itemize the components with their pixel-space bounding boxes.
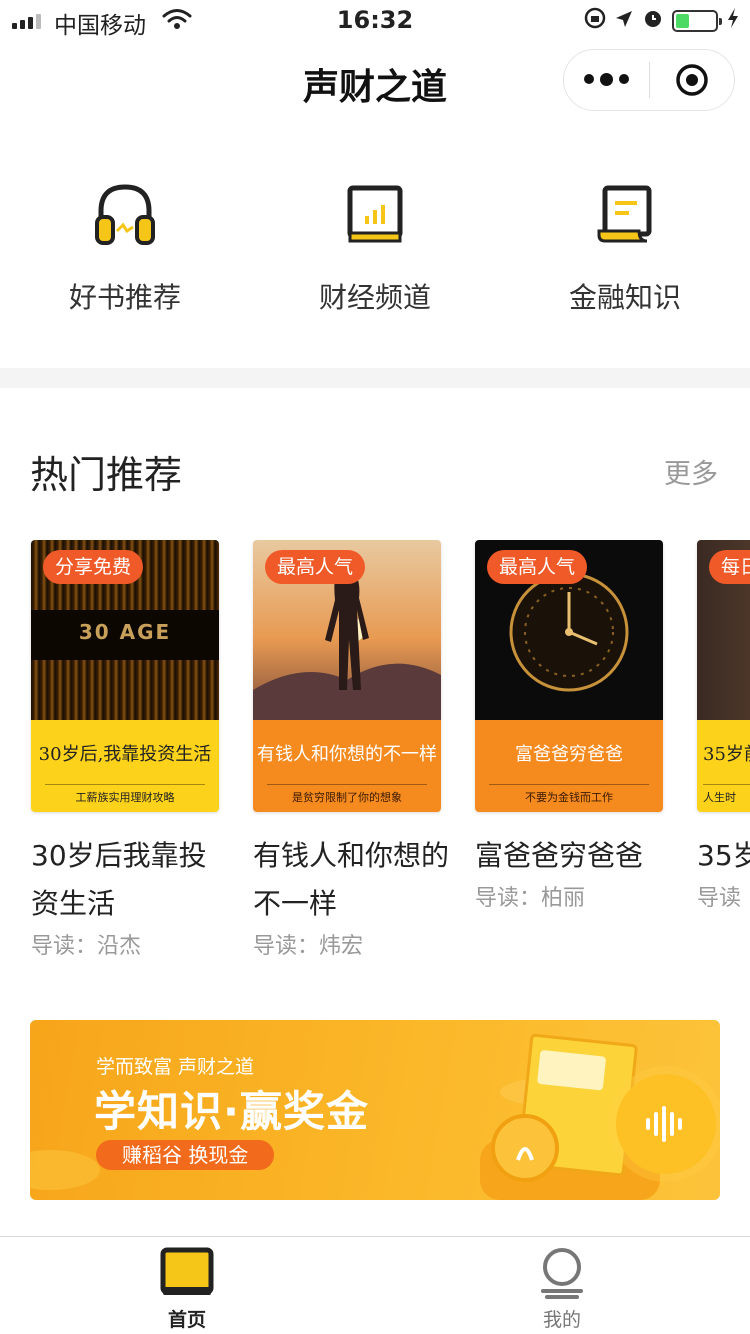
banner-cta[interactable]: 赚稻谷 换现金 [96,1140,275,1170]
book-title: 35岁前活用 [697,839,750,872]
book-guide: 导读 [697,886,742,911]
tab-mine[interactable]: 我的 [502,1247,622,1332]
category-finance-channel[interactable]: 财经频道 [250,180,500,316]
banner-headline: 学知识·赢奖金 [94,1087,369,1136]
book-carousel[interactable]: 30 AGE 30岁后,我靠投资生活 工薪族实用理财攻略 分享免费 30岁后我靠… [0,540,750,970]
section-divider [0,368,750,388]
tab-label: 我的 [542,1309,581,1331]
book-cover[interactable]: 30 AGE 30岁后,我靠投资生活 工薪族实用理财攻略 分享免费 [31,540,219,812]
book-cover[interactable]: 35岁前 人生时 每日 [697,540,750,812]
document-scroll-icon [595,183,655,249]
book-card[interactable]: 有钱人和你想的不一样 是贫穷限制了你的想象 最高人气 有钱人和你想的不一样 导读… [253,540,449,960]
book-badge: 分享免费 [43,550,144,584]
cover-subtitle: 人生时 [703,784,750,805]
book-cover[interactable]: 富爸爸穷爸爸 不要为金钱而工作 最高人气 [475,540,663,812]
book-card[interactable]: 富爸爸穷爸爸 不要为金钱而工作 最高人气 富爸爸穷爸爸 导读：柏丽 [475,540,665,912]
category-label: 好书推荐 [68,281,181,314]
book-card[interactable]: 30 AGE 30岁后,我靠投资生活 工薪族实用理财攻略 分享免费 30岁后我靠… [31,540,221,960]
rotation-lock-icon [584,7,606,35]
cover-subtitle: 是贫穷限制了你的想象 [267,784,427,805]
target-close-icon[interactable] [650,62,735,98]
category-good-books[interactable]: 好书推荐 [0,180,250,316]
cover-subtitle: 不要为金钱而工作 [489,784,649,805]
headphones-icon [93,181,157,251]
tab-home[interactable]: 首页 [127,1247,247,1332]
banner-kicker: 学而致富 声财之道 [96,1056,255,1078]
tab-bar: 首页 我的 [0,1236,750,1334]
book-badge: 最高人气 [487,550,588,584]
location-icon [614,7,634,35]
category-label: 财经频道 [318,281,431,314]
book-title: 30岁后我靠投资生活 [31,839,207,920]
cover-title: 富爸爸穷爸爸 [515,744,623,765]
book-guide: 导读：沿杰 [31,934,142,959]
profile-icon [537,1248,587,1303]
cover-art-text: 30 AGE [78,620,172,644]
more-dots-icon[interactable] [564,72,649,86]
chart-book-icon [345,183,405,249]
cover-title: 30岁后,我靠投资生活 [38,744,212,765]
book-title: 富爸爸穷爸爸 [475,839,644,872]
book-cover[interactable]: 有钱人和你想的不一样 是贫穷限制了你的想象 最高人气 [253,540,441,812]
cover-subtitle: 工薪族实用理财攻略 [45,784,205,805]
book-guide: 导读：柏丽 [475,886,586,911]
cover-title: 有钱人和你想的不一样 [257,744,437,765]
home-book-icon [160,1247,214,1303]
category-label: 金融知识 [568,281,681,314]
charging-icon [726,7,740,35]
status-bar: 中国移动 16:32 [0,0,750,40]
voice-wave-icon[interactable] [616,1074,716,1174]
book-card[interactable]: 35岁前 人生时 每日 35岁前活用 导读 [697,540,750,912]
more-link[interactable]: 更多 [664,452,718,491]
book-guide: 导读：炜宏 [253,934,364,959]
book-title: 有钱人和你想的不一样 [253,839,450,920]
cover-title: 35岁前 [703,744,750,765]
book-badge: 最高人气 [265,550,366,584]
category-finance-knowledge[interactable]: 金融知识 [500,180,750,316]
battery-icon [672,10,722,32]
alarm-icon [642,7,664,35]
category-row: 好书推荐 财经频道 金融知识 [0,180,750,330]
book-badge: 每日 [709,550,750,584]
tab-label: 首页 [167,1309,206,1331]
section-title: 热门推荐 [30,453,183,497]
mini-program-capsule [563,49,735,111]
promo-banner[interactable]: 学而致富 声财之道 学知识·赢奖金 赚稻谷 换现金 [30,1020,720,1200]
